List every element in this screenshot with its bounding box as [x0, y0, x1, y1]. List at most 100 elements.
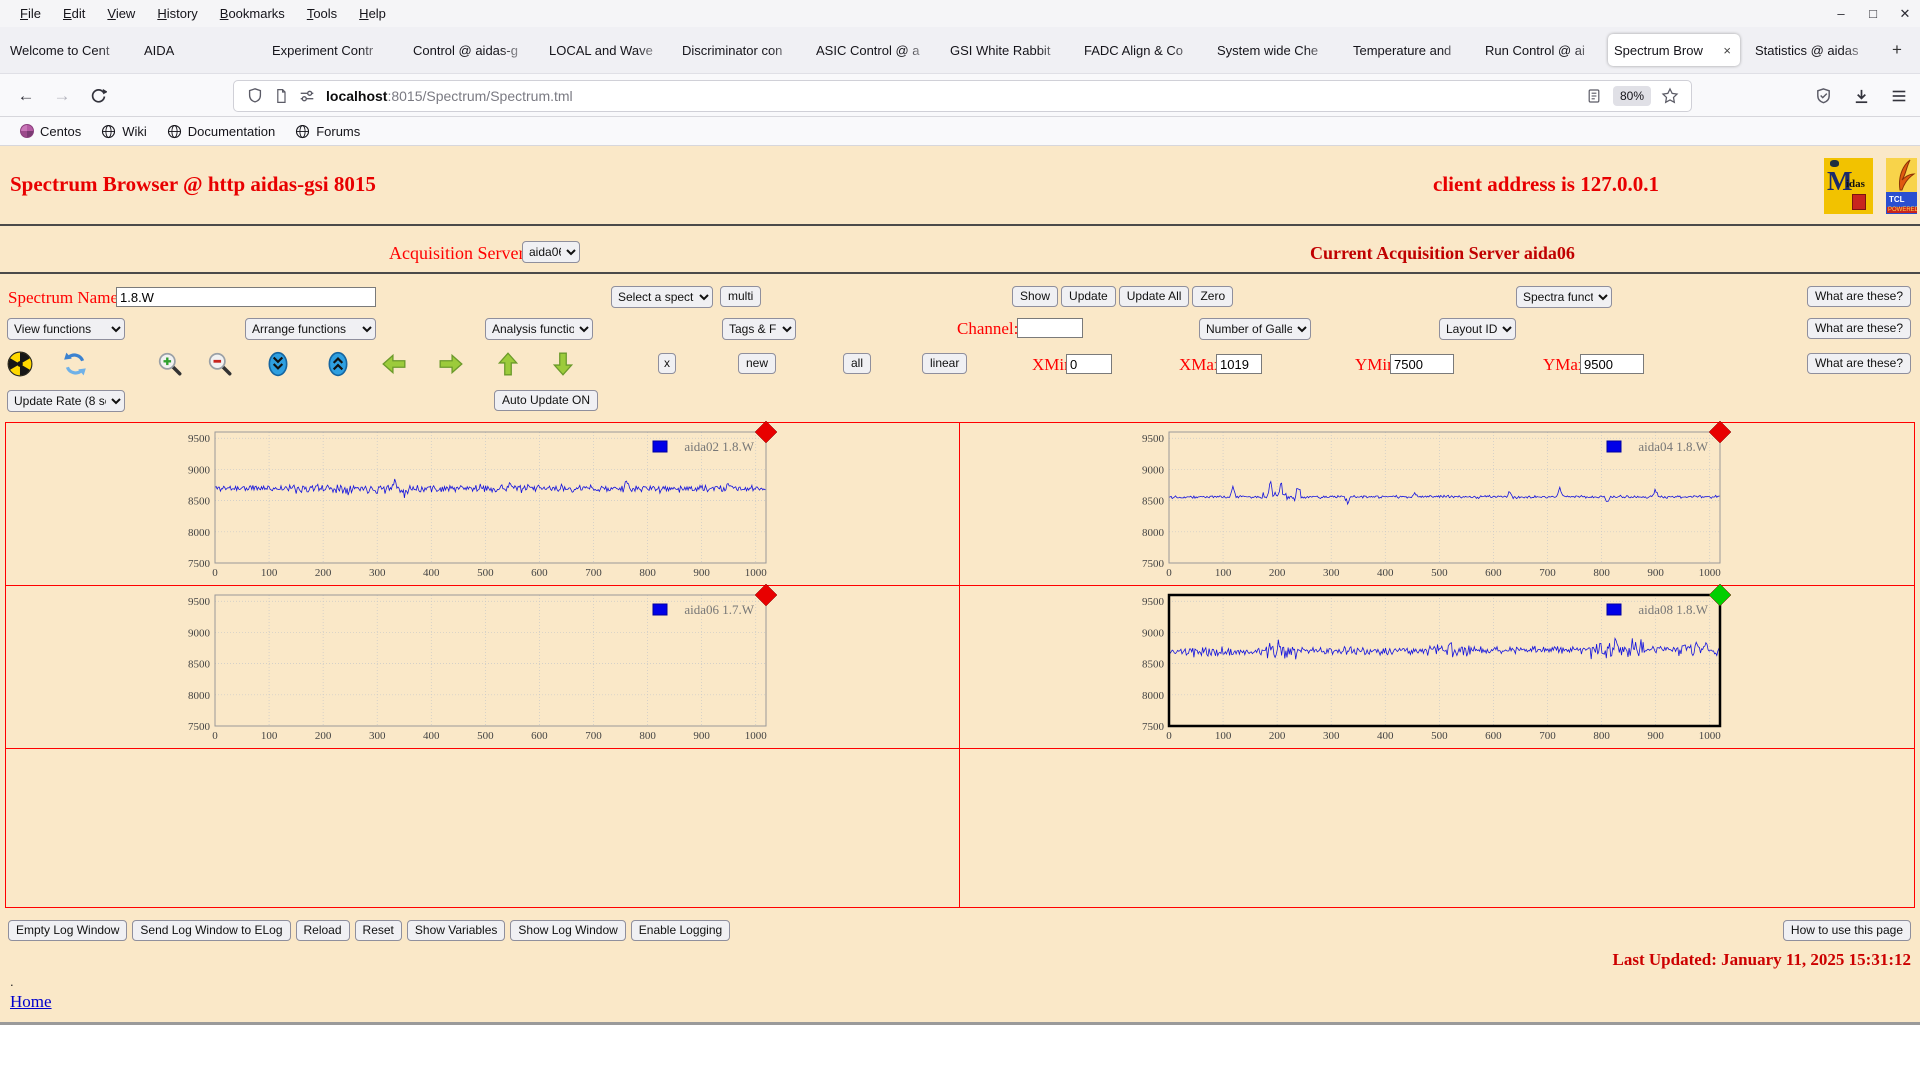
spectra-functions-dropdown[interactable]: Spectra functions [1516, 286, 1612, 308]
url-text[interactable]: localhost:8015/Spectrum/Spectrum.tml [326, 88, 1581, 104]
tab-welcome[interactable]: Welcome to Cent [10, 34, 132, 66]
ymin-input[interactable] [1390, 354, 1454, 374]
tab-statistics[interactable]: Statistics @ aidas [1755, 34, 1877, 66]
new-button[interactable]: new [738, 353, 776, 374]
number-of-galleries-dropdown[interactable]: Number of Galleries [1199, 318, 1311, 340]
select-spectrum-dropdown[interactable]: Select a spectrum [611, 286, 713, 308]
what-are-these-button-2[interactable]: What are these? [1807, 318, 1911, 339]
update-button[interactable]: Update [1061, 286, 1116, 307]
reload-icon[interactable] [84, 82, 112, 110]
bookmark-forums[interactable]: Forums [287, 121, 368, 142]
tab-local-wave[interactable]: LOCAL and Wave [549, 34, 671, 66]
send-log-to-elog-button[interactable]: Send Log Window to ELog [132, 920, 290, 941]
ymax-input[interactable] [1580, 354, 1644, 374]
expand-y-icon[interactable] [325, 351, 351, 382]
spectra-grid: 7500800085009000950001002003004005006007… [5, 422, 1915, 908]
tab-white-rabbit[interactable]: GSI White Rabbit [950, 34, 1072, 66]
tab-control[interactable]: Control @ aidas-g [413, 34, 535, 66]
enable-logging-button[interactable]: Enable Logging [631, 920, 730, 941]
svg-text:700: 700 [1539, 730, 1556, 742]
svg-text:100: 100 [1215, 730, 1232, 742]
tab-discriminator[interactable]: Discriminator con [682, 34, 804, 66]
reload-button[interactable]: Reload [296, 920, 350, 941]
url-bar[interactable]: localhost:8015/Spectrum/Spectrum.tml 80% [233, 80, 1692, 112]
shield-icon[interactable] [242, 83, 268, 109]
refresh-icon[interactable] [62, 351, 88, 382]
tab-aida[interactable]: AIDA [144, 34, 204, 66]
scroll-left-icon[interactable] [381, 351, 407, 382]
show-variables-button[interactable]: Show Variables [407, 920, 506, 941]
tab-spectrum-browser-active[interactable]: Spectrum Brow × [1608, 34, 1740, 66]
app-menu-icon[interactable] [1885, 82, 1913, 110]
multi-button[interactable]: multi [720, 286, 761, 307]
menu-bookmarks[interactable]: Bookmarks [210, 3, 295, 24]
reader-view-icon[interactable] [1581, 83, 1607, 109]
channel-input[interactable] [1017, 318, 1083, 338]
scroll-up-icon[interactable] [495, 351, 521, 382]
x-axis-button[interactable]: x [658, 353, 676, 374]
tab-run-control[interactable]: Run Control @ ai [1485, 34, 1607, 66]
tab-close-icon[interactable]: × [1720, 43, 1734, 58]
empty-log-window-button[interactable]: Empty Log Window [8, 920, 127, 941]
linear-button[interactable]: linear [922, 353, 967, 374]
compress-y-icon[interactable] [265, 351, 291, 382]
bookmark-centos[interactable]: Centos [12, 121, 89, 142]
client-address: client address is 127.0.0.1 [1433, 172, 1659, 197]
menu-help[interactable]: Help [349, 3, 396, 24]
layout-id-dropdown[interactable]: Layout ID=8 [1439, 318, 1516, 340]
menu-view[interactable]: View [97, 3, 145, 24]
scroll-right-icon[interactable] [438, 351, 464, 382]
zoom-out-icon[interactable] [207, 351, 233, 382]
update-all-button[interactable]: Update All [1119, 286, 1190, 307]
new-tab-button[interactable]: + [1884, 37, 1910, 63]
auto-update-button[interactable]: Auto Update ON [494, 390, 598, 411]
how-to-use-button[interactable]: How to use this page [1783, 920, 1911, 941]
home-link[interactable]: Home [10, 992, 52, 1012]
show-log-window-button[interactable]: Show Log Window [510, 920, 625, 941]
analysis-functions-dropdown[interactable]: Analysis functions [485, 318, 593, 340]
arrange-functions-dropdown[interactable]: Arrange functions [245, 318, 376, 340]
acquisition-server-select[interactable]: aida06 [522, 241, 580, 263]
menu-tools[interactable]: Tools [297, 3, 347, 24]
spectrum-chart-aida08[interactable]: 7500800085009000950001002003004005006007… [960, 586, 1914, 749]
zoom-in-icon[interactable] [157, 351, 183, 382]
tags-fits-dropdown[interactable]: Tags & Fits [722, 318, 796, 340]
minimize-button[interactable]: – [1834, 6, 1848, 21]
tab-fadc[interactable]: FADC Align & Co [1084, 34, 1206, 66]
menu-history[interactable]: History [147, 3, 207, 24]
back-icon[interactable]: ← [12, 82, 40, 110]
bookmark-star-icon[interactable] [1657, 83, 1683, 109]
tab-system-check[interactable]: System wide Che [1217, 34, 1339, 66]
page-info-icon[interactable] [268, 83, 294, 109]
tab-experiment[interactable]: Experiment Contr [272, 34, 394, 66]
all-button[interactable]: all [843, 353, 871, 374]
spectrum-chart-aida04[interactable]: 7500800085009000950001002003004005006007… [960, 423, 1914, 586]
scroll-down-icon[interactable] [550, 351, 576, 382]
show-button[interactable]: Show [1012, 286, 1058, 307]
what-are-these-button-3[interactable]: What are these? [1807, 353, 1911, 374]
permissions-icon[interactable] [294, 83, 320, 109]
menu-edit[interactable]: Edit [53, 3, 95, 24]
maximize-button[interactable]: □ [1866, 6, 1880, 21]
tab-temperature[interactable]: Temperature and [1353, 34, 1475, 66]
close-button[interactable]: ✕ [1898, 6, 1912, 22]
what-are-these-button-1[interactable]: What are these? [1807, 286, 1911, 307]
bookmark-documentation[interactable]: Documentation [159, 121, 283, 142]
xmax-input[interactable] [1216, 354, 1262, 374]
menu-file[interactable]: File [10, 3, 51, 24]
svg-text:9500: 9500 [1142, 433, 1165, 445]
zero-button[interactable]: Zero [1192, 286, 1233, 307]
update-rate-dropdown[interactable]: Update Rate (8 secs) [7, 390, 125, 412]
spectrum-chart-aida02[interactable]: 7500800085009000950001002003004005006007… [6, 423, 960, 586]
downloads-icon[interactable] [1847, 82, 1875, 110]
reset-button[interactable]: Reset [355, 920, 402, 941]
view-functions-dropdown[interactable]: View functions [7, 318, 125, 340]
xmin-input[interactable] [1066, 354, 1112, 374]
zero-spectrum-icon[interactable] [7, 351, 33, 382]
bookmark-wiki[interactable]: Wiki [93, 121, 155, 142]
spectrum-chart-aida06[interactable]: 7500800085009000950001002003004005006007… [6, 586, 960, 749]
pocket-icon[interactable] [1809, 82, 1837, 110]
zoom-level-badge[interactable]: 80% [1613, 86, 1651, 106]
tab-asic[interactable]: ASIC Control @ a [816, 34, 938, 66]
spectrum-name-input[interactable] [116, 287, 376, 307]
